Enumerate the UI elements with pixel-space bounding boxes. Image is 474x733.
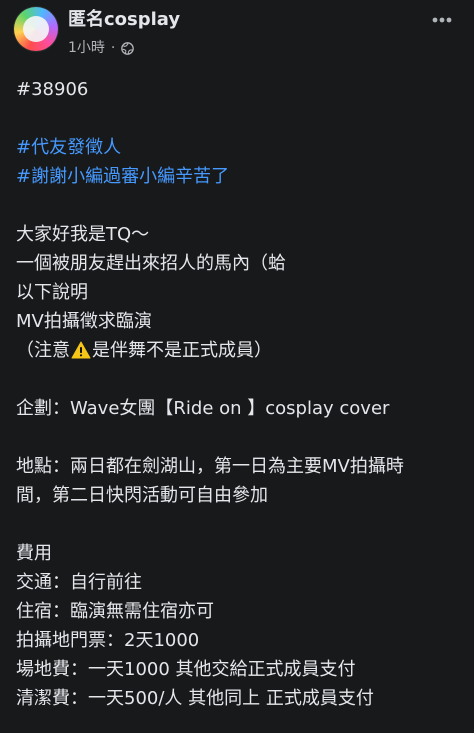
post-time[interactable]: 1小時 — [68, 39, 105, 57]
hashtag-link[interactable]: #代友發徵人 — [16, 133, 466, 162]
fee-item: 拍攝地門票：2天1000 — [16, 630, 200, 651]
more-options-icon[interactable] — [424, 2, 460, 38]
globe-icon[interactable] — [121, 41, 135, 55]
avatar[interactable] — [14, 7, 58, 51]
plan-line: 企劃：Wave女團【Ride on 】cosplay cover — [16, 398, 390, 419]
post-card: 匿名cosplay 1小時 · #38906 #代友發徵人 #謝謝小編過審小編辛… — [0, 0, 474, 733]
post-body: #38906 #代友發徵人 #謝謝小編過審小編辛苦了 大家好我是TQ～ 一個被朋… — [16, 75, 466, 713]
note-suffix: 是伴舞不是正式成員） — [92, 340, 272, 361]
post-id: #38906 — [16, 79, 89, 100]
location-line: 地點：兩日都在劍湖山，第一日為主要MV拍攝時 — [16, 456, 404, 477]
body-line: 一個被朋友趕出來招人的馬內（蛤 — [16, 253, 286, 274]
location-line: 間，第二日快閃活動可自由參加 — [16, 485, 268, 506]
note-line: （注意 是伴舞不是正式成員） — [16, 336, 466, 365]
fee-item: 住宿：臨演無需住宿亦可 — [16, 601, 214, 622]
note-prefix: （注意 — [16, 340, 70, 361]
fees-title: 費用 — [16, 543, 52, 564]
body-line: 以下說明 — [16, 282, 88, 303]
meta-separator: · — [110, 40, 116, 56]
fee-item: 交通：自行前往 — [16, 572, 142, 593]
hashtag-link[interactable]: #謝謝小編過審小編辛苦了 — [16, 162, 466, 191]
warning-icon — [71, 341, 91, 359]
body-line: MV拍攝徵求臨演 — [16, 311, 152, 332]
fee-item: 清潔費：一天500/人 其他同上 正式成員支付 — [16, 688, 374, 709]
author-name[interactable]: 匿名cosplay — [68, 9, 180, 31]
fee-item: 場地費：一天1000 其他交給正式成員支付 — [16, 659, 356, 680]
post-meta: 1小時 · — [68, 39, 135, 57]
post-header: 匿名cosplay 1小時 · — [0, 0, 474, 62]
body-line: 大家好我是TQ～ — [16, 224, 150, 245]
